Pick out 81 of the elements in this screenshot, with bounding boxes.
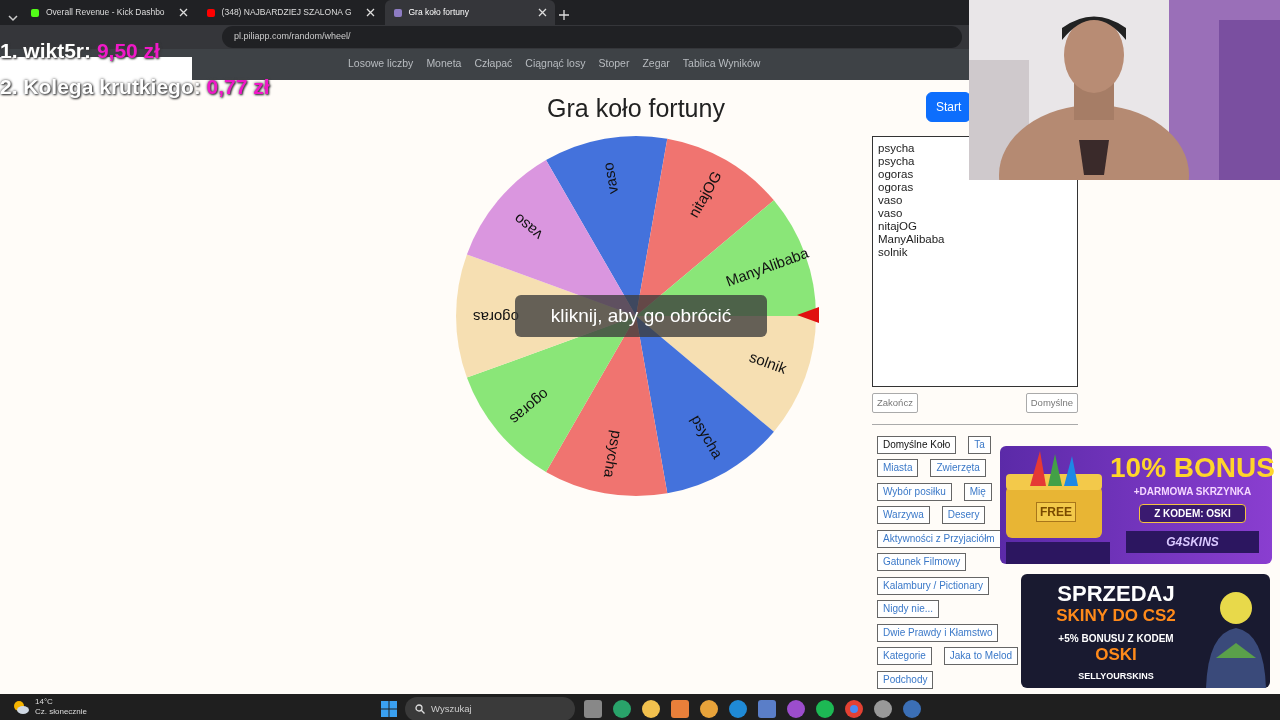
weather-icon[interactable] (12, 699, 30, 716)
pointer-icon (797, 307, 819, 324)
preset-button[interactable]: Zwierzęta (930, 459, 986, 478)
app-icon[interactable] (727, 698, 749, 720)
preset-button[interactable]: Kategorie (877, 647, 932, 666)
brand-name: SELLYOURSKINS (1078, 670, 1154, 683)
segment-label: vaso (510, 210, 546, 244)
nav-link[interactable]: Człapać (474, 56, 513, 73)
ad-banner[interactable]: SPRZEDAJ SKINY DO CS2 +5% BONUSU Z KODEM OSKI SELLYOURSKINS (1021, 574, 1270, 688)
close-icon[interactable] (537, 8, 547, 17)
start-button[interactable]: Start (926, 91, 972, 122)
ad-subline: SKINY DO CS2 (1056, 606, 1176, 626)
spin-hint[interactable]: kliknij, aby go obrócić (515, 295, 767, 338)
app-icon[interactable] (698, 698, 720, 720)
close-icon[interactable] (178, 8, 188, 17)
segment-label: solnik (747, 348, 790, 378)
preset-button[interactable]: Dwie Prawdy i Kłamstwo (877, 623, 999, 642)
entry-line: psycha (878, 154, 916, 168)
preset-button[interactable]: Domyślne Koło (877, 435, 957, 454)
browser-tab[interactable]: Gra koło fortuny (384, 0, 555, 25)
page-title: Gra koło fortuny (547, 92, 725, 124)
nav-link[interactable]: Ciągnąć losy (525, 56, 586, 73)
search-icon (415, 704, 425, 715)
favicon-icon (392, 7, 403, 18)
entry-line: vaso (878, 193, 904, 207)
ad-subline: +DARMOWA SKRZYNKA (1133, 485, 1252, 499)
temperature-text: 14°C (35, 697, 54, 708)
promo-code: Z KODEM: OSKI (1139, 504, 1246, 523)
preset-button[interactable]: Miasta (877, 459, 919, 478)
free-label: FREE (1036, 502, 1076, 522)
weather-text: Cz. słonecznie (35, 707, 88, 718)
app-icon[interactable] (814, 698, 836, 720)
preset-button[interactable]: Warzywa (877, 506, 930, 525)
search-placeholder: Wyszukaj (431, 702, 472, 717)
app-icon[interactable] (669, 698, 691, 720)
brand-name: G4SKINS (1126, 531, 1259, 553)
browser-tab[interactable]: Overall Revenue - Kick Dashbo (22, 0, 196, 25)
nav-link[interactable]: Tablica Wyników (682, 56, 761, 73)
ad-text: +5% BONUSU Z KODEM (1058, 632, 1174, 646)
entry-line: solnik (878, 245, 909, 259)
segment-label: vaso (599, 161, 622, 196)
segment-label: psycha (600, 429, 626, 480)
start-menu-icon[interactable] (380, 700, 398, 719)
nav-link[interactable]: Zegar (642, 56, 670, 73)
nav-link[interactable]: Stoper (598, 56, 630, 73)
preset-button[interactable]: Aktywności z Przyjaciółm (877, 529, 1001, 548)
app-icon[interactable] (756, 698, 778, 720)
app-icon[interactable] (582, 698, 604, 720)
browser-tab[interactable]: (348) NAJBARDZIEJ SZALONA G (197, 0, 383, 25)
preset-button[interactable]: Ta (968, 435, 991, 454)
preset-button[interactable]: Gatunek Filmowy (877, 553, 967, 572)
text-button[interactable]: Domyślne (1025, 392, 1078, 413)
app-icon[interactable] (640, 698, 662, 720)
preset-button[interactable]: Jaka to Melod (943, 647, 1019, 666)
entry-line: nitajOG (878, 219, 918, 233)
ad-headline: SPRZEDAJ (1057, 582, 1175, 606)
favicon-icon (30, 7, 40, 18)
preset-button[interactable]: Mię (963, 482, 992, 501)
app-icon[interactable] (872, 698, 894, 720)
promo-code: OSKI (1095, 646, 1137, 664)
nav-link[interactable]: Losowe liczby (348, 56, 414, 73)
preset-button[interactable]: Podchody (877, 670, 934, 689)
app-icon[interactable] (843, 698, 865, 720)
taskbar-search[interactable]: Wyszukaj (405, 697, 575, 720)
app-icon[interactable] (611, 698, 633, 720)
preset-button[interactable]: Kalambury / Pictionary (877, 576, 990, 595)
entries-textarea[interactable]: psycha psycha ogoras ogoras vaso vaso nitajOG ManyAlibaba solnik (872, 135, 1078, 387)
entry-line: ManyAlibaba (878, 232, 946, 246)
ranking-line: 2. Kolega krutkiego: 0,77 zł (0, 74, 270, 102)
favicon-icon (205, 7, 216, 18)
entry-line: vaso (878, 206, 904, 220)
close-icon[interactable] (365, 8, 375, 17)
address-bar[interactable]: pl.piliapp.com/random/wheel/ (222, 26, 962, 49)
preset-button[interactable]: Wybór posiłku (877, 482, 952, 501)
text-button[interactable]: Zakończ (872, 392, 918, 413)
preset-button[interactable]: Desery (941, 506, 986, 525)
entry-line: psycha (878, 141, 916, 155)
nav-link[interactable]: Moneta (426, 56, 462, 73)
preset-button[interactable]: Nigdy nie... (877, 600, 940, 619)
entry-line: ogoras (878, 167, 915, 181)
entry-line: ogoras (878, 180, 915, 194)
